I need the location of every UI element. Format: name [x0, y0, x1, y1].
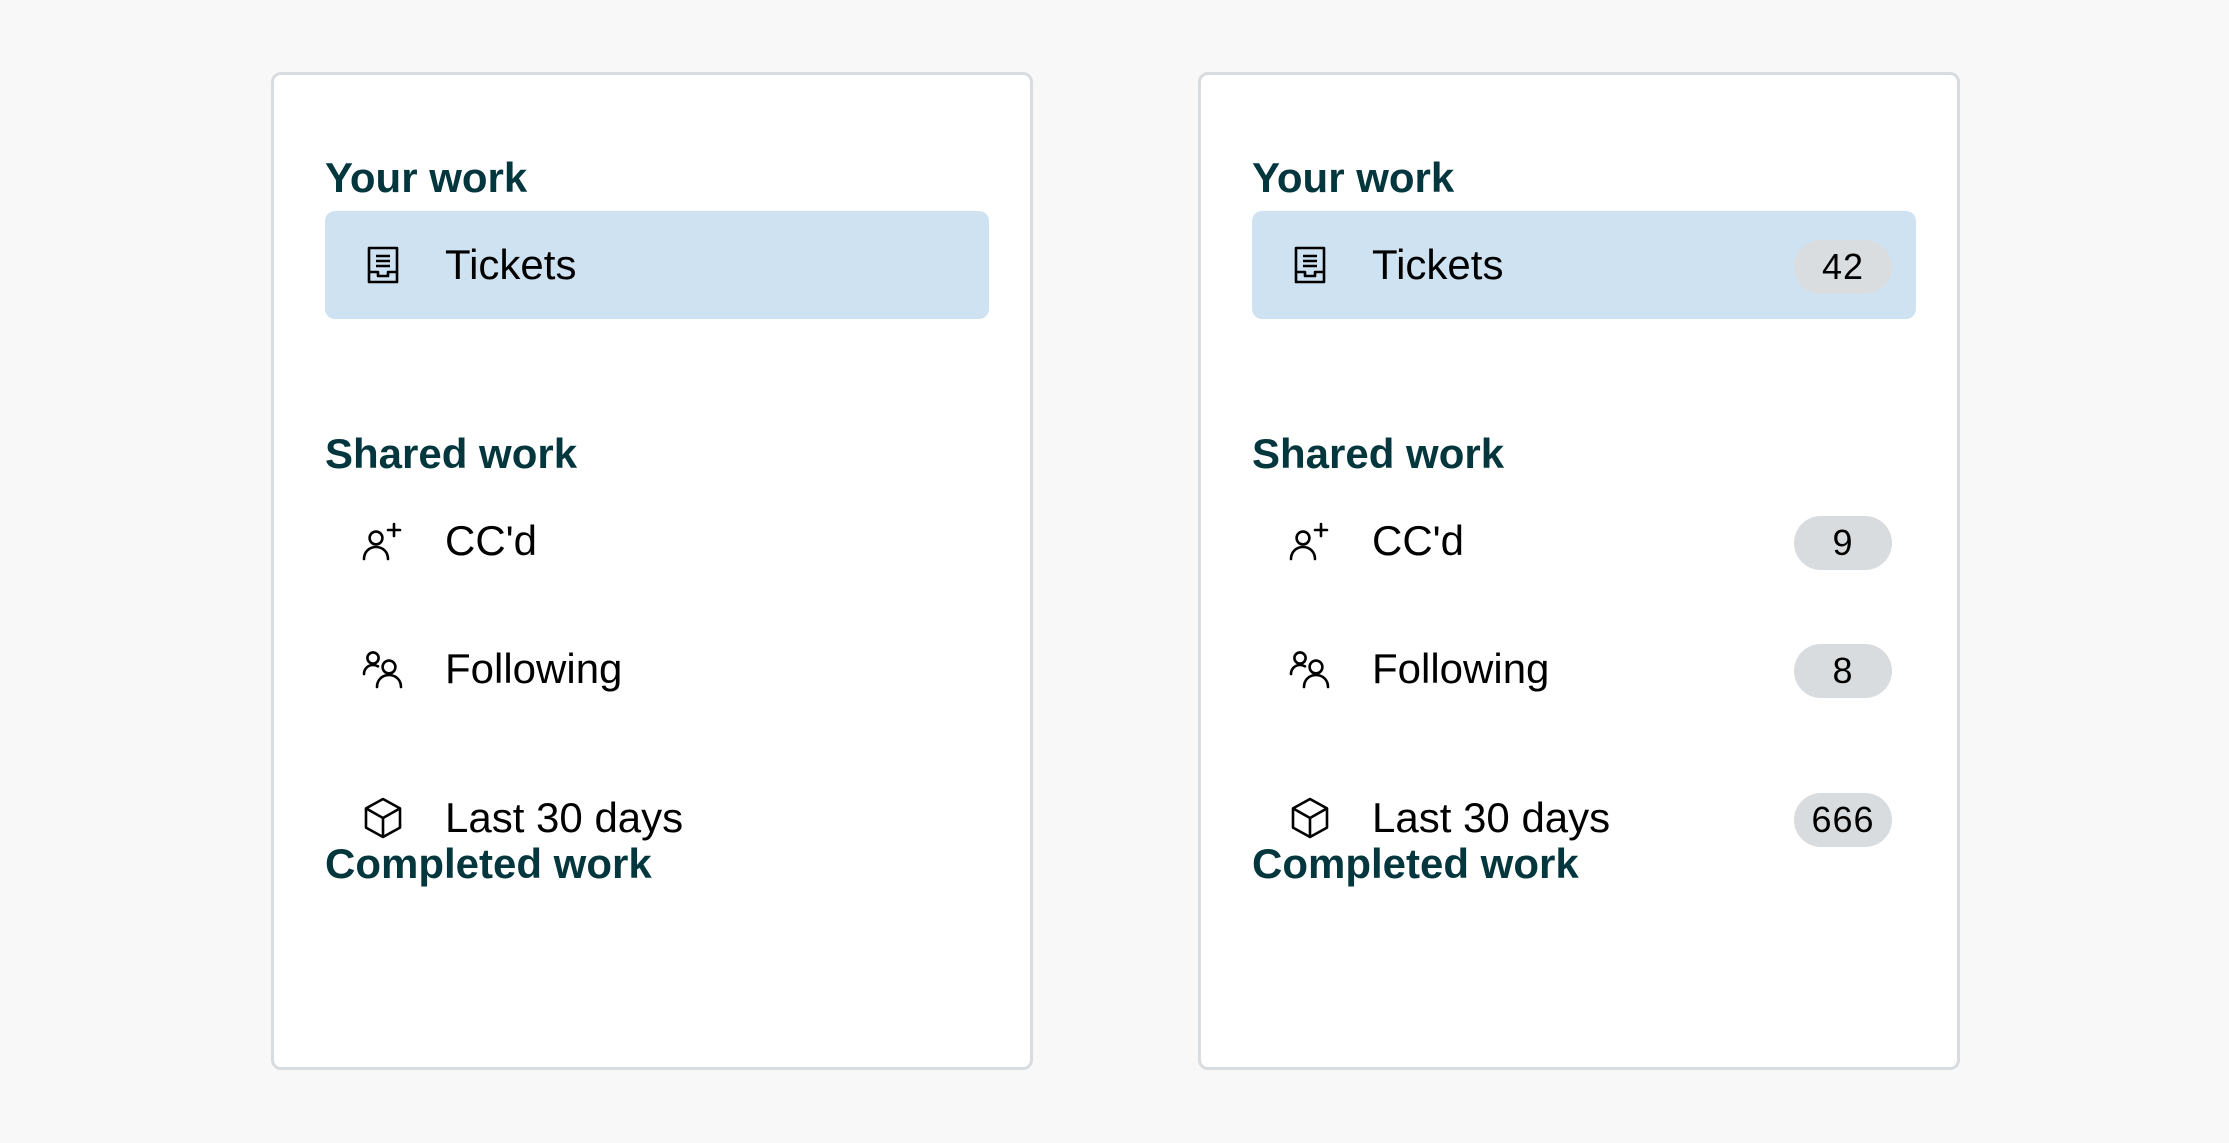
nav-item-label: CC'd	[1372, 517, 1465, 564]
nav-item-label: Following	[1372, 645, 1550, 692]
nav-item-last-30-days[interactable]: Last 30 days 666	[1252, 764, 1916, 872]
user-plus-icon	[1286, 517, 1334, 565]
nav-item-ccd[interactable]: CC'd	[325, 487, 989, 595]
nav-item-ccd[interactable]: CC'd 9	[1252, 487, 1916, 595]
nav-item-label: Last 30 days	[1372, 794, 1611, 841]
nav-item-label: Tickets	[445, 241, 577, 288]
nav-item-following[interactable]: Following	[325, 615, 989, 723]
count-badge: 8	[1794, 644, 1892, 698]
user-plus-icon	[359, 517, 407, 565]
nav-item-label: Following	[445, 645, 623, 692]
ticket-inbox-icon	[1286, 241, 1334, 289]
nav-item-label: Tickets	[1372, 241, 1504, 288]
section-title-shared-work: Shared work	[325, 430, 578, 477]
count-badge: 42	[1794, 240, 1892, 294]
nav-item-following[interactable]: Following 8	[1252, 615, 1916, 723]
box-icon	[1286, 794, 1334, 842]
ticket-inbox-icon	[359, 241, 407, 289]
count-badge: 9	[1794, 516, 1892, 570]
nav-item-tickets[interactable]: Tickets	[325, 211, 989, 319]
users-icon	[1286, 645, 1334, 693]
count-badge: 666	[1794, 793, 1892, 847]
nav-item-last-30-days[interactable]: Last 30 days	[325, 764, 989, 872]
nav-item-label: CC'd	[445, 517, 538, 564]
right-nav-panel: Your work Tickets 42 Shared work CC'd 9	[1198, 72, 1960, 1070]
nav-item-tickets[interactable]: Tickets 42	[1252, 211, 1916, 319]
section-title-your-work: Your work	[1252, 154, 1455, 201]
left-nav-panel: Your work Tickets Shared work CC'd Follo…	[271, 72, 1033, 1070]
section-title-shared-work: Shared work	[1252, 430, 1505, 477]
section-title-your-work: Your work	[325, 154, 528, 201]
nav-item-label: Last 30 days	[445, 794, 684, 841]
users-icon	[359, 645, 407, 693]
box-icon	[359, 794, 407, 842]
